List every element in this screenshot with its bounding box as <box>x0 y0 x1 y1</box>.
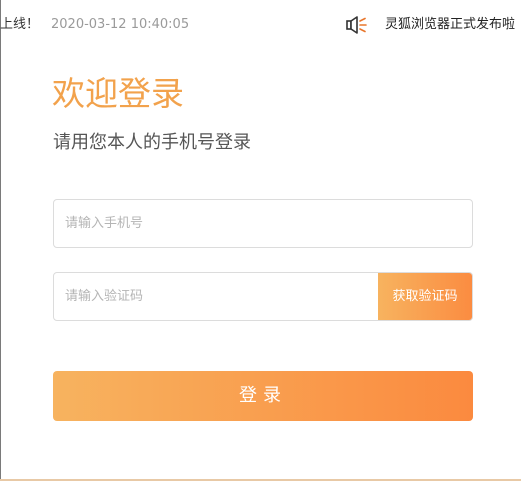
announcement-ticker: 上线！ 2020-03-12 10:40:05 <box>0 14 189 36</box>
announcement-text: 上线！ <box>0 17 40 32</box>
window-left-border <box>0 0 1 481</box>
verification-code-field: 获取验证码 <box>53 272 473 321</box>
page-subtitle: 请用您本人的手机号登录 <box>53 132 251 153</box>
phone-field <box>53 199 473 248</box>
phone-input[interactable] <box>54 200 472 247</box>
page-title: 欢迎登录 <box>52 74 184 113</box>
verification-code-input[interactable] <box>54 273 378 320</box>
get-code-button[interactable]: 获取验证码 <box>378 273 472 320</box>
speaker-icon <box>345 14 369 36</box>
announcement-timestamp: 2020-03-12 10:40:05 <box>51 17 190 32</box>
login-button[interactable]: 登录 <box>53 371 473 421</box>
announcement-ticker-text: 灵狐浏览器正式发布啦 <box>385 17 516 32</box>
